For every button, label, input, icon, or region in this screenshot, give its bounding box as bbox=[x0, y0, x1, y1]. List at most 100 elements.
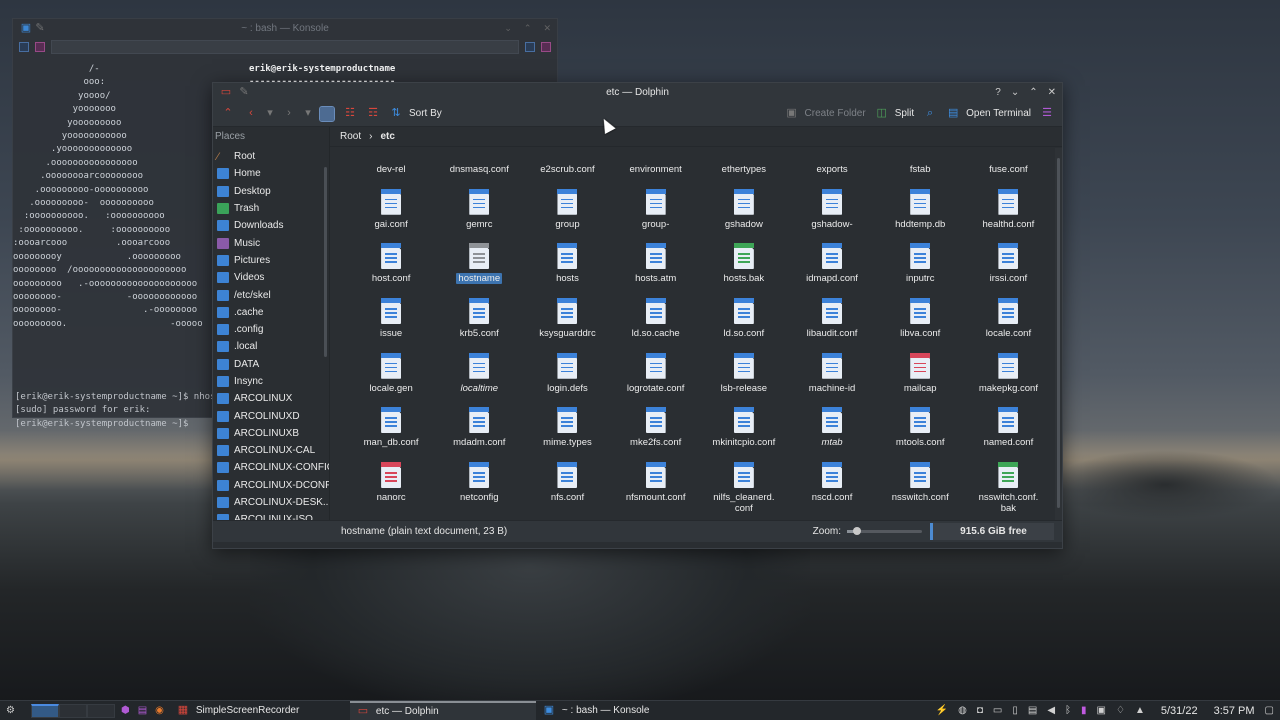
file-item[interactable]: hosts.atm bbox=[612, 241, 700, 296]
file-item[interactable]: login.defs bbox=[523, 351, 611, 406]
volume-icon[interactable]: ◀ bbox=[1047, 705, 1055, 716]
clock-time[interactable]: 3:57 PM bbox=[1214, 705, 1255, 717]
konsole-menu-icon[interactable] bbox=[541, 42, 551, 52]
file-item[interactable]: nscd.conf bbox=[788, 460, 876, 515]
file-item[interactable]: healthd.conf bbox=[964, 187, 1052, 242]
file-item[interactable]: nsswitch.conf. bak bbox=[964, 460, 1052, 515]
sidebar-item-arcolinux[interactable]: ARCOLINUX bbox=[213, 390, 329, 407]
sidebar-item-desktop[interactable]: Desktop bbox=[213, 183, 329, 200]
split-button[interactable]: ◫ Split bbox=[875, 107, 914, 121]
file-item[interactable]: nilfs_cleanerd. conf bbox=[700, 460, 788, 515]
screenshot-icon[interactable]: ◍ bbox=[958, 705, 967, 716]
sidebar-item-videos[interactable]: Videos bbox=[213, 269, 329, 286]
file-item[interactable]: environment bbox=[612, 148, 700, 187]
hamburger-menu-icon[interactable]: ☰ bbox=[1040, 107, 1054, 121]
display-icon[interactable]: ▭ bbox=[993, 705, 1002, 716]
file-item[interactable]: issue bbox=[347, 296, 435, 351]
sidebar-item-trash[interactable]: Trash bbox=[213, 200, 329, 217]
file-item[interactable]: nfsmount.conf bbox=[612, 460, 700, 515]
sidebar-item-arcolinux-config[interactable]: ARCOLINUX-CONFIG bbox=[213, 459, 329, 476]
sidebar-item-arcolinuxd[interactable]: ARCOLINUXD bbox=[213, 407, 329, 424]
file-item[interactable]: nanorc bbox=[347, 460, 435, 515]
task-konsole[interactable]: ▣ ~ : bash — Konsole bbox=[536, 701, 716, 720]
show-desktop-icon[interactable]: ▢ bbox=[1265, 705, 1274, 716]
file-item[interactable]: hosts bbox=[523, 241, 611, 296]
desktop-2[interactable] bbox=[58, 703, 87, 718]
clipboard-icon[interactable]: ▯ bbox=[1012, 705, 1018, 716]
network-icon[interactable]: ⚡ bbox=[936, 705, 948, 716]
sidebar-item-data[interactable]: DATA bbox=[213, 356, 329, 373]
file-item[interactable]: fuse.conf bbox=[964, 148, 1052, 187]
file-item[interactable]: netconfig bbox=[435, 460, 523, 515]
sidebar-item-root[interactable]: ⁄ Root bbox=[213, 148, 329, 165]
sidebar-item-pictures[interactable]: Pictures bbox=[213, 252, 329, 269]
search-icon[interactable]: ⌕ bbox=[923, 107, 937, 121]
places-scrollbar[interactable] bbox=[324, 167, 327, 357]
free-space-indicator[interactable]: 915.6 GiB free bbox=[930, 523, 1054, 540]
file-item[interactable]: group- bbox=[612, 187, 700, 242]
file-item[interactable]: group bbox=[523, 187, 611, 242]
launcher-icon[interactable]: ⬢ bbox=[121, 705, 130, 716]
sidebar-item-home[interactable]: Home bbox=[213, 165, 329, 182]
go-up-icon[interactable]: ⌃ bbox=[221, 107, 235, 121]
file-item[interactable]: gshadow bbox=[700, 187, 788, 242]
sidebar-item-arcolinux-desk[interactable]: ARCOLINUX-DESK... bbox=[213, 494, 329, 511]
forward-dropdown-icon[interactable]: ▾ bbox=[305, 107, 311, 121]
konsole-tab-bar[interactable] bbox=[51, 40, 519, 54]
file-item[interactable]: mkinitcpio.conf bbox=[700, 405, 788, 460]
file-item[interactable]: mtab bbox=[788, 405, 876, 460]
file-item[interactable]: machine-id bbox=[788, 351, 876, 406]
sidebar-item-arcolinux-dconf[interactable]: ARCOLINUX-DCONF bbox=[213, 477, 329, 494]
details-view-icon[interactable]: ☶ bbox=[366, 107, 380, 121]
minimize-icon[interactable]: ⌄ bbox=[504, 23, 512, 34]
launcher-icon[interactable]: ▤ bbox=[138, 705, 147, 716]
dolphin-titlebar[interactable]: ▭ ✎ etc — Dolphin ? ⌄ ⌃ ✕ bbox=[213, 83, 1062, 101]
file-item[interactable]: nfs.conf bbox=[523, 460, 611, 515]
icons-view-icon[interactable] bbox=[319, 105, 335, 122]
file-item[interactable]: irssi.conf bbox=[964, 241, 1052, 296]
file-item[interactable]: ld.so.cache bbox=[612, 296, 700, 351]
updates-icon[interactable]: ♢ bbox=[1116, 705, 1125, 716]
file-item[interactable]: ld.so.conf bbox=[700, 296, 788, 351]
file-item[interactable]: libva.conf bbox=[876, 296, 964, 351]
zoom-slider-handle[interactable] bbox=[852, 527, 861, 535]
back-icon[interactable]: ‹ bbox=[244, 107, 258, 121]
close-icon[interactable]: ✕ bbox=[1048, 87, 1056, 98]
split-view-icon[interactable] bbox=[525, 42, 535, 52]
file-item[interactable]: fstab bbox=[876, 148, 964, 187]
file-item[interactable]: logrotate.conf bbox=[612, 351, 700, 406]
file-item[interactable]: locale.gen bbox=[347, 351, 435, 406]
file-item[interactable]: idmapd.conf bbox=[788, 241, 876, 296]
file-item[interactable]: hostname bbox=[435, 241, 523, 296]
virtual-desktop-pager[interactable] bbox=[30, 703, 115, 718]
file-item[interactable]: libaudit.conf bbox=[788, 296, 876, 351]
file-view-scrollbar[interactable] bbox=[1055, 148, 1062, 520]
file-item[interactable]: mtools.conf bbox=[876, 405, 964, 460]
desktop-3[interactable] bbox=[86, 703, 115, 718]
minimize-icon[interactable]: ⌄ bbox=[1011, 87, 1019, 98]
breadcrumb-current[interactable]: etc bbox=[380, 131, 394, 142]
breadcrumb-root[interactable]: Root bbox=[340, 131, 361, 142]
sidebar-item-cache[interactable]: .cache bbox=[213, 304, 329, 321]
file-item[interactable]: gai.conf bbox=[347, 187, 435, 242]
file-item[interactable]: mime.types bbox=[523, 405, 611, 460]
file-item[interactable]: hosts.bak bbox=[700, 241, 788, 296]
file-item[interactable]: mke2fs.conf bbox=[612, 405, 700, 460]
compact-view-icon[interactable]: ☷ bbox=[343, 107, 357, 121]
file-item[interactable]: host.conf bbox=[347, 241, 435, 296]
konsole-titlebar[interactable]: ▣ ✎ ~ : bash — Konsole ⌄ ⌃ ✕ bbox=[13, 19, 557, 37]
new-tab-icon[interactable] bbox=[19, 42, 29, 52]
app-launcher-icon[interactable]: ⚙ bbox=[0, 701, 21, 720]
sidebar-item-arcolinux-iso[interactable]: ARCOLINUX-ISO bbox=[213, 511, 329, 520]
clock-date[interactable]: 5/31/22 bbox=[1161, 705, 1198, 717]
dolphin-window[interactable]: ▭ ✎ etc — Dolphin ? ⌄ ⌃ ✕ ⌃ ‹ ▾ › ▾ ☷ ☶ ⇅ So… bbox=[212, 82, 1063, 549]
file-item[interactable]: mdadm.conf bbox=[435, 405, 523, 460]
task-dolphin[interactable]: ▭ etc — Dolphin bbox=[349, 700, 536, 720]
file-item[interactable]: krb5.conf bbox=[435, 296, 523, 351]
file-item[interactable]: gemrc bbox=[435, 187, 523, 242]
sidebar-item-insync[interactable]: Insync bbox=[213, 373, 329, 390]
file-item[interactable]: e2scrub.conf bbox=[523, 148, 611, 187]
file-item[interactable]: dnsmasq.conf bbox=[435, 148, 523, 187]
sidebar-item-music[interactable]: Music bbox=[213, 234, 329, 251]
sort-by-button[interactable]: ⇅ Sort By bbox=[389, 107, 441, 121]
